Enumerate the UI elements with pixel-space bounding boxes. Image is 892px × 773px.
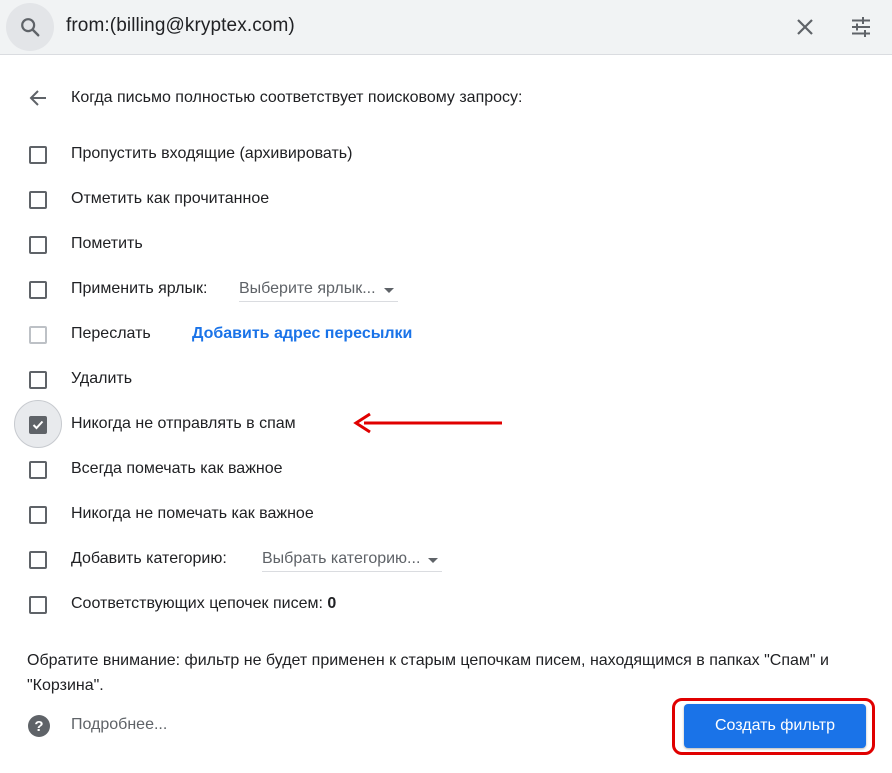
annotation-arrow-icon: [353, 412, 502, 434]
always-important-checkbox[interactable]: [29, 461, 47, 479]
option-skip-inbox: Пропустить входящие (архивировать): [0, 140, 892, 170]
option-never-important: Никогда не помечать как важное: [0, 500, 892, 530]
forward-checkbox[interactable]: [29, 326, 47, 344]
option-add-category: Добавить категорию: Выбрать категорию...: [0, 545, 892, 575]
dropdown-caret-icon: [428, 558, 439, 563]
option-apply-label: Применить ярлык: Выберите ярлык...: [0, 275, 892, 305]
dropdown-caret-icon: [383, 288, 394, 293]
option-matching-threads: Соответствующих цепочек писем: 0: [0, 590, 892, 620]
filter-note: Обратите внимание: фильтр не будет приме…: [27, 652, 829, 694]
search-bar: from:(billing@kryptex.com): [0, 0, 892, 55]
option-label: Удалить: [71, 370, 133, 387]
option-label: Соответствующих цепочек писем: 0: [71, 595, 336, 613]
search-button[interactable]: [6, 3, 54, 51]
create-filter-button[interactable]: Создать фильтр: [684, 704, 866, 748]
option-label: Переслать: [71, 325, 151, 342]
label-select-value: Выберите ярлык...: [239, 280, 376, 297]
tune-icon: [852, 17, 870, 37]
search-icon: [21, 18, 40, 37]
option-label: Всегда помечать как важное: [71, 460, 283, 477]
add-category-checkbox[interactable]: [29, 551, 47, 569]
search-options-button[interactable]: [846, 12, 876, 42]
never-important-checkbox[interactable]: [29, 506, 47, 524]
never-spam-checkbox[interactable]: [29, 416, 47, 434]
matching-threads-checkbox[interactable]: [29, 596, 47, 614]
option-mark-read: Отметить как прочитанное: [0, 185, 892, 215]
checkmark-icon: [32, 420, 44, 430]
clear-search-button[interactable]: [790, 12, 820, 42]
option-label: Отметить как прочитанное: [71, 190, 270, 207]
filter-heading: Когда письмо полностью соответствует пои…: [71, 89, 523, 106]
help-icon[interactable]: ?: [27, 714, 51, 738]
option-label: Никогда не отправлять в спам: [71, 415, 296, 432]
label-select[interactable]: Выберите ярлык...: [239, 275, 398, 302]
close-icon: [797, 19, 813, 35]
delete-checkbox[interactable]: [29, 371, 47, 389]
option-label: Никогда не помечать как важное: [71, 505, 314, 522]
skip-inbox-checkbox[interactable]: [29, 146, 47, 164]
option-star: Пометить: [0, 230, 892, 260]
option-forward: Переслать Добавить адрес пересылки: [0, 320, 892, 350]
category-select-value: Выбрать категорию...: [262, 550, 421, 567]
matching-threads-count: 0: [327, 595, 337, 612]
search-query[interactable]: from:(billing@kryptex.com): [66, 15, 295, 37]
option-label: Пометить: [71, 235, 143, 252]
matching-threads-label: Соответствующих цепочек писем:: [71, 595, 323, 612]
svg-text:?: ?: [34, 718, 43, 735]
option-delete: Удалить: [0, 365, 892, 395]
arrow-back-icon: [29, 90, 46, 106]
back-button[interactable]: [24, 84, 52, 112]
star-checkbox[interactable]: [29, 236, 47, 254]
option-always-important: Всегда помечать как важное: [0, 455, 892, 485]
category-select[interactable]: Выбрать категорию...: [262, 545, 443, 572]
option-label: Добавить категорию:: [71, 550, 227, 567]
mark-read-checkbox[interactable]: [29, 191, 47, 209]
add-forwarding-address-link[interactable]: Добавить адрес пересылки: [192, 325, 412, 343]
learn-more-link[interactable]: Подробнее...: [71, 716, 167, 734]
option-label: Применить ярлык:: [71, 280, 208, 297]
option-label: Пропустить входящие (архивировать): [71, 145, 353, 162]
apply-label-checkbox[interactable]: [29, 281, 47, 299]
